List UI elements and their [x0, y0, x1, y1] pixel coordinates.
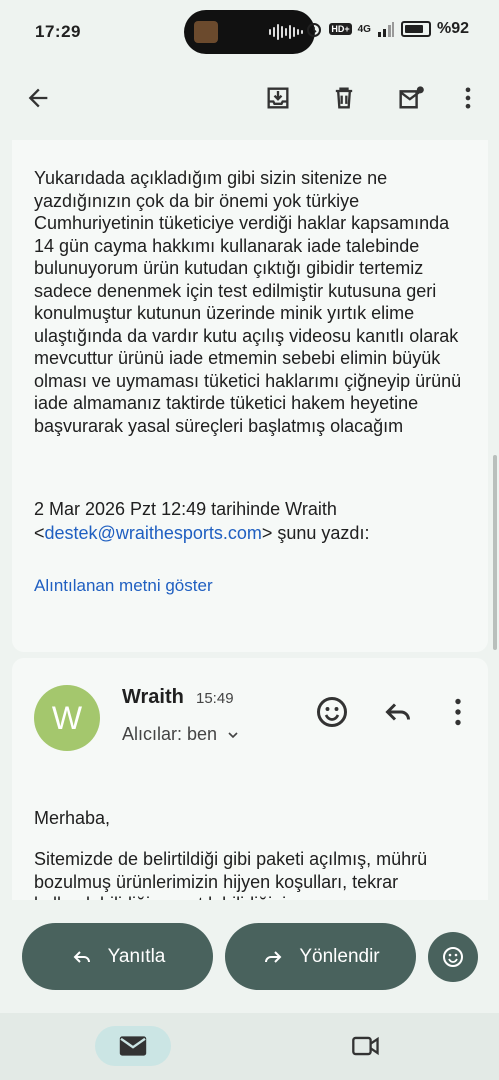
recipients-toggle[interactable]: Alıcılar: ben: [122, 724, 241, 745]
arrow-back-icon: [28, 88, 48, 108]
forward-pill-button[interactable]: Yönlendir: [225, 923, 416, 990]
avatar[interactable]: W: [34, 685, 100, 751]
media-artwork-icon: [194, 21, 218, 43]
network-label: 4G: [357, 23, 371, 35]
message-card-wraith: W Wraith 15:49 Alıcılar: ben Merhaba, Si…: [12, 658, 488, 918]
signal-icon: [377, 22, 394, 37]
sender-email-link[interactable]: destek@wraithesports.com: [45, 523, 262, 543]
message-time: 15:49: [196, 690, 234, 707]
status-icons: HD+ 4G %92: [305, 20, 469, 38]
sender-name[interactable]: Wraith: [122, 686, 184, 709]
archive-button[interactable]: [256, 76, 300, 120]
message-more-button[interactable]: [440, 694, 476, 730]
hd-badge: HD+: [329, 23, 352, 35]
smiley-icon: [317, 697, 347, 727]
quoted-header-suffix: > şunu yazdı:: [261, 523, 370, 543]
emoji-reaction-button[interactable]: [428, 932, 478, 982]
status-time: 17:29: [35, 22, 81, 41]
trash-icon: [335, 87, 353, 109]
message-body: Yukarıdada açıkladığım gibi sizin siteni…: [34, 168, 462, 436]
more-options-button[interactable]: [446, 76, 490, 120]
reply-button[interactable]: [380, 694, 416, 730]
nav-meet-tab[interactable]: [340, 1026, 392, 1066]
dynamic-island[interactable]: [184, 10, 315, 54]
reply-pill-button[interactable]: Yanıtla: [22, 923, 213, 990]
top-toolbar: [0, 64, 499, 134]
battery-percent: %92: [436, 20, 469, 37]
nav-mail-tab[interactable]: [95, 1026, 171, 1066]
reply-label: Yanıtla: [107, 945, 166, 967]
mark-unread-icon: [399, 86, 424, 109]
video-camera-icon: [352, 1036, 379, 1056]
smiley-icon: [443, 947, 463, 967]
bottom-navigation: [0, 1013, 499, 1080]
scrollbar[interactable]: [493, 455, 497, 650]
recipients-label: Alıcılar: ben: [122, 724, 218, 744]
add-reaction-button[interactable]: [314, 694, 350, 730]
show-quoted-text-link[interactable]: Alıntılanan metni göster: [34, 576, 213, 596]
quoted-header: 2 Mar 2026 Pzt 12:49 tarihinde Wraith <d…: [34, 497, 474, 545]
reply-icon: [385, 703, 410, 721]
audio-wave-icon: [269, 24, 303, 40]
more-vert-icon: [455, 698, 461, 726]
message-greeting: Merhaba,: [34, 808, 111, 828]
chevron-down-icon: [228, 731, 238, 738]
status-bar: 17:29 HD+ 4G %92: [0, 0, 499, 64]
alarm-icon: [307, 23, 322, 37]
forward-icon: [265, 950, 282, 963]
mark-unread-button[interactable]: [389, 76, 433, 120]
archive-icon: [267, 87, 289, 109]
forward-label: Yönlendir: [299, 945, 380, 967]
delete-button[interactable]: [322, 76, 366, 120]
message-card-previous: Yukarıdada açıkladığım gibi sizin siteni…: [12, 140, 488, 652]
back-button[interactable]: [16, 76, 60, 120]
mail-icon: [119, 1036, 147, 1056]
reply-icon: [73, 950, 90, 963]
battery-icon: [400, 21, 431, 37]
more-vert-icon: [465, 87, 471, 109]
bottom-actions: Yanıtla Yönlendir: [0, 900, 499, 1010]
avatar-letter: W: [51, 699, 83, 736]
